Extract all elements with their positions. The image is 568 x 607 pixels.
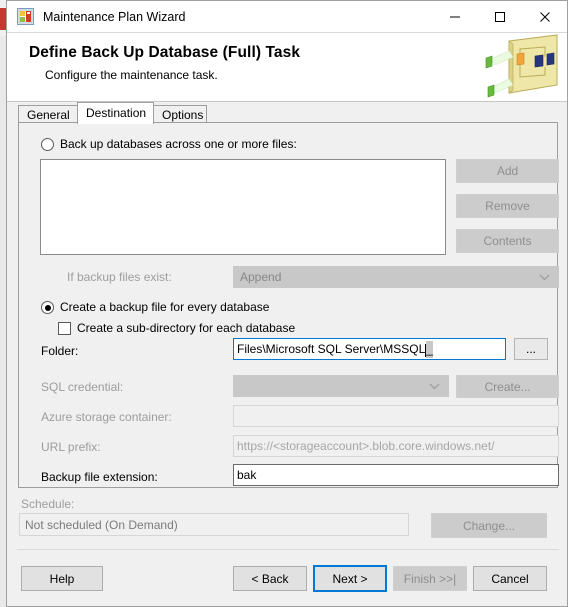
schedule-value: Not scheduled (On Demand) bbox=[19, 513, 409, 536]
tab-destination[interactable]: Destination bbox=[77, 102, 154, 124]
if-backup-files-exist-label: If backup files exist: bbox=[67, 270, 172, 284]
chevron-down-icon bbox=[539, 270, 550, 284]
radio-across-files-label: Back up databases across one or more fil… bbox=[60, 137, 297, 151]
back-button[interactable]: < Back bbox=[233, 566, 307, 591]
radio-across-files[interactable] bbox=[41, 138, 54, 151]
folder-input-value: Files\Microsoft SQL Server\MSSQL bbox=[237, 342, 426, 356]
remove-button[interactable]: Remove bbox=[456, 194, 559, 218]
change-schedule-button[interactable]: Change... bbox=[431, 513, 547, 538]
minimize-icon[interactable] bbox=[432, 1, 477, 32]
radio-file-per-database-label: Create a backup file for every database bbox=[60, 300, 270, 314]
checkbox-sub-directory[interactable] bbox=[58, 322, 71, 335]
maintenance-plan-icon bbox=[17, 8, 34, 25]
maximize-icon[interactable] bbox=[477, 1, 522, 32]
backup-file-extension-label: Backup file extension: bbox=[41, 470, 158, 484]
title-bar: Maintenance Plan Wizard bbox=[7, 1, 567, 33]
tab-strip: General Destination Options bbox=[18, 102, 558, 124]
close-icon[interactable] bbox=[522, 1, 567, 32]
folder-input-selection: _ bbox=[426, 340, 433, 358]
sql-credential-label: SQL credential: bbox=[41, 380, 124, 394]
folder-browse-button[interactable]: ... bbox=[514, 338, 548, 360]
azure-storage-container-input[interactable] bbox=[233, 405, 559, 427]
maintenance-plan-designer-graphic bbox=[483, 33, 561, 101]
url-prefix-label: URL prefix: bbox=[41, 440, 101, 454]
backup-files-listbox[interactable] bbox=[40, 159, 446, 255]
destination-tab-panel: Back up databases across one or more fil… bbox=[18, 122, 559, 488]
text-caret bbox=[425, 343, 427, 357]
help-button[interactable]: Help bbox=[21, 566, 103, 591]
tab-general[interactable]: General bbox=[18, 105, 78, 123]
add-button[interactable]: Add bbox=[456, 159, 559, 183]
next-button[interactable]: Next > bbox=[313, 565, 387, 592]
cancel-button[interactable]: Cancel bbox=[473, 566, 547, 591]
radio-file-per-database[interactable] bbox=[41, 301, 54, 314]
page-subtitle: Configure the maintenance task. bbox=[45, 68, 218, 82]
url-prefix-value: https://<storageaccount>.blob.core.windo… bbox=[237, 439, 495, 453]
folder-label: Folder: bbox=[41, 344, 79, 358]
if-backup-files-exist-value: Append bbox=[240, 270, 282, 284]
maintenance-plan-wizard-window: Maintenance Plan Wizard Define Back Up D… bbox=[6, 0, 568, 607]
sql-credential-combo[interactable] bbox=[233, 375, 449, 397]
chevron-down-icon bbox=[429, 379, 440, 393]
azure-storage-container-label: Azure storage container: bbox=[41, 410, 172, 424]
tab-options[interactable]: Options bbox=[153, 105, 207, 123]
backup-file-extension-input[interactable]: bak bbox=[233, 464, 559, 486]
contents-button[interactable]: Contents bbox=[456, 229, 559, 253]
backup-file-extension-value: bak bbox=[237, 468, 257, 482]
page-title: Define Back Up Database (Full) Task bbox=[29, 44, 301, 61]
folder-input[interactable]: Files\Microsoft SQL Server\MSSQL _ bbox=[233, 338, 506, 360]
create-credential-button[interactable]: Create... bbox=[456, 375, 559, 398]
window-controls bbox=[432, 1, 567, 32]
footer-divider bbox=[17, 549, 559, 550]
wizard-header: Define Back Up Database (Full) Task Conf… bbox=[7, 33, 567, 102]
window-title: Maintenance Plan Wizard bbox=[43, 9, 186, 24]
checkbox-sub-directory-label: Create a sub-directory for each database bbox=[77, 321, 296, 335]
schedule-label: Schedule: bbox=[21, 497, 75, 511]
url-prefix-input[interactable]: https://<storageaccount>.blob.core.windo… bbox=[233, 435, 559, 457]
if-backup-files-exist-combo[interactable]: Append bbox=[233, 266, 559, 288]
finish-button[interactable]: Finish >>| bbox=[393, 566, 467, 591]
